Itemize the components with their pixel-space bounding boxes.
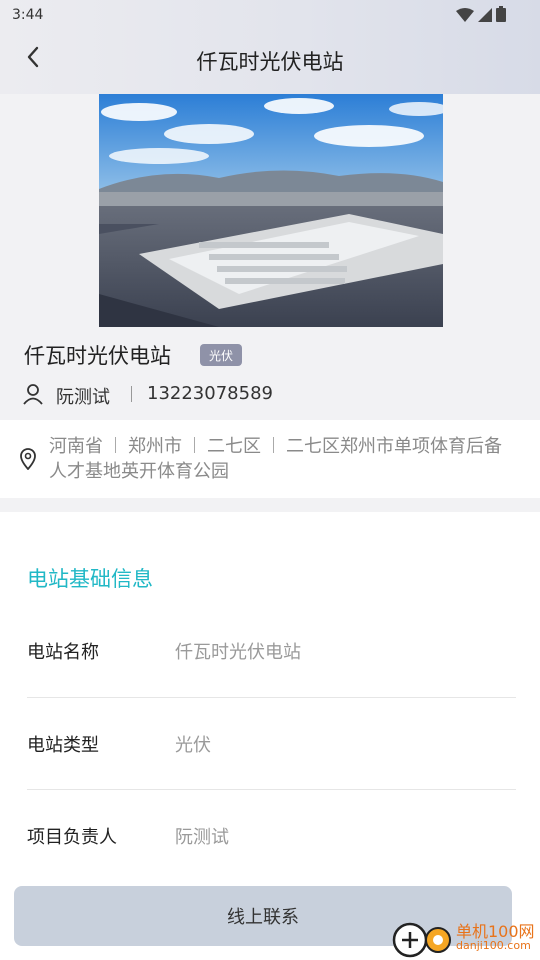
divider — [131, 386, 132, 402]
basic-info-title: 电站基础信息 — [27, 567, 153, 591]
address-detail: 二七区郑州市单项体育后备人才基地英开体育公园 — [49, 436, 502, 482]
row-divider — [27, 697, 516, 698]
station-type-value: 光伏 — [175, 735, 211, 756]
wifi-icon — [456, 7, 474, 26]
contact-phone[interactable]: 13223078589 — [147, 383, 273, 404]
section-divider — [0, 498, 540, 512]
station-type-badge: 光伏 — [200, 344, 242, 366]
station-name-label: 电站名称 — [27, 642, 99, 663]
address-province: 河南省 — [49, 436, 103, 457]
project-manager-label: 项目负责人 — [27, 827, 117, 848]
status-icons — [456, 6, 506, 26]
project-manager-value: 阮测试 — [175, 827, 229, 848]
contact-name: 阮测试 — [56, 387, 110, 408]
station-type-label: 电站类型 — [27, 735, 99, 756]
page-title: 仟瓦时光伏电站 — [196, 50, 344, 74]
address-district: 二七区 — [207, 436, 261, 457]
station-detail-screen: 3:44 仟瓦时光伏电站 仟瓦时光伏电站 光伏 阮测试 13223078589 … — [0, 0, 540, 960]
person-icon — [22, 383, 44, 409]
battery-icon — [496, 6, 506, 26]
station-photo — [99, 94, 443, 327]
address-city: 郑州市 — [128, 436, 182, 457]
location-pin-icon — [20, 448, 36, 474]
station-name-value: 仟瓦时光伏电站 — [175, 642, 301, 663]
watermark-url: danji100.com — [456, 939, 531, 952]
row-divider — [27, 789, 516, 790]
status-time: 3:44 — [12, 7, 44, 23]
signal-icon — [478, 7, 492, 26]
station-address: 河南省 郑州市 二七区 二七区郑州市单项体育后备人才基地英开体育公园 — [49, 434, 515, 484]
station-name: 仟瓦时光伏电站 — [24, 344, 171, 368]
